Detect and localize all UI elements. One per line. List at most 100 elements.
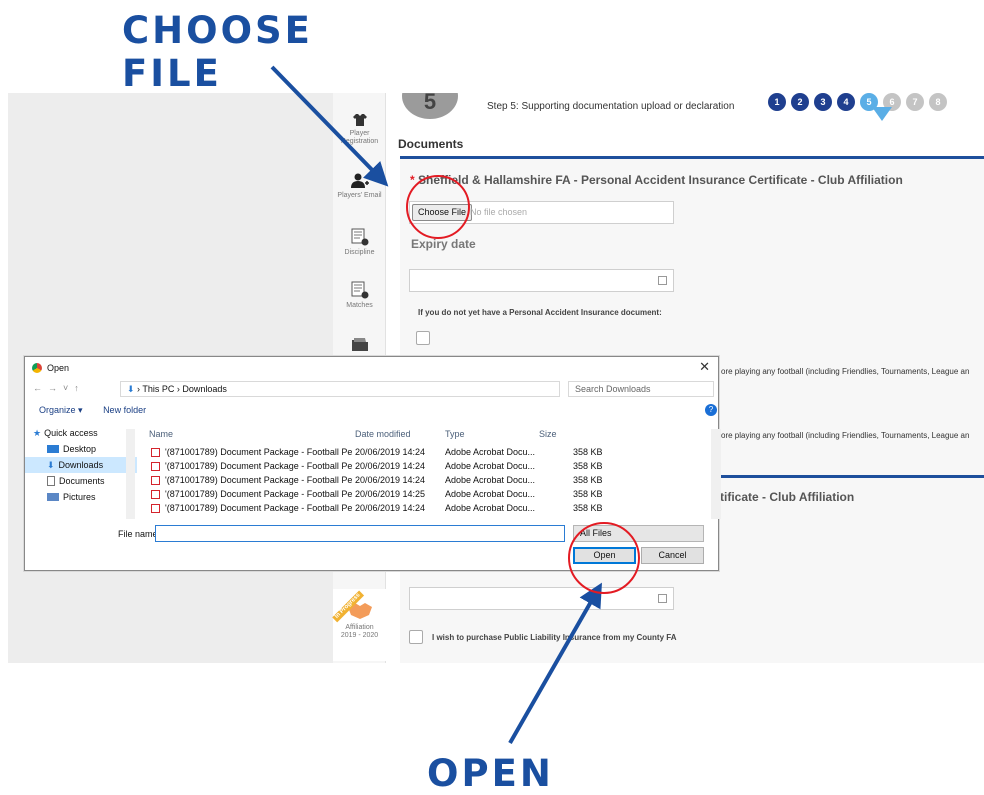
nav-buttons: ←→˅↑ xyxy=(33,383,85,393)
step-dot[interactable]: 1 xyxy=(768,93,786,111)
cancel-button[interactable]: Cancel xyxy=(641,547,704,564)
file-row[interactable]: '(871001789) Document Package - Football… xyxy=(143,460,708,473)
step-dot[interactable]: 7 xyxy=(906,93,924,111)
heading-line-2: FILE xyxy=(122,52,222,95)
breadcrumb-this-pc[interactable]: This PC xyxy=(142,384,174,394)
file-size: 358 KB xyxy=(573,489,603,499)
tree-item-downloads[interactable]: ⬇ Downloads xyxy=(25,457,137,473)
step-dot[interactable]: 4 xyxy=(837,93,855,111)
purchase-liability-checkbox[interactable] xyxy=(409,630,423,644)
column-size[interactable]: Size xyxy=(539,429,557,439)
calendar-icon[interactable] xyxy=(658,276,667,285)
file-name: '(871001789) Document Package - Football… xyxy=(165,447,353,457)
user-add-icon xyxy=(350,173,369,188)
file-input[interactable]: Choose File No file chosen xyxy=(409,201,674,224)
no-file-text: No file chosen xyxy=(470,207,528,217)
star-icon: ★ xyxy=(33,427,42,438)
forward-arrow-icon[interactable]: → xyxy=(48,383,63,393)
tree-item-label: Pictures xyxy=(63,492,96,502)
step-dot[interactable]: 2 xyxy=(791,93,809,111)
file-name-label: File name: xyxy=(118,529,161,539)
organize-button[interactable]: Organize xyxy=(39,405,76,415)
tree-item-pictures[interactable]: Pictures xyxy=(25,489,137,505)
sidebar-item-sublabel: 2019 - 2020 xyxy=(340,631,379,639)
file-row[interactable]: '(871001789) Document Package - Football… xyxy=(143,488,708,501)
calendar-icon[interactable] xyxy=(658,594,667,603)
sidebar-item-label: Player Registration xyxy=(340,130,379,145)
sidebar-item-label: Matches xyxy=(346,302,373,309)
step-label: Step 5: Supporting documentation upload … xyxy=(487,101,735,112)
file-type: Adobe Acrobat Docu... xyxy=(445,503,536,513)
file-size: 358 KB xyxy=(573,447,603,457)
file-type: Adobe Acrobat Docu... xyxy=(445,475,536,485)
column-type[interactable]: Type xyxy=(445,429,465,439)
dialog-title: Open xyxy=(47,363,70,373)
sidebar-item-players-email[interactable]: Players' Email xyxy=(333,173,386,200)
tree-item-label: Documents xyxy=(59,476,105,486)
file-size: 358 KB xyxy=(573,475,603,485)
file-type: Adobe Acrobat Docu... xyxy=(445,461,536,471)
sidebar-item-folder[interactable] xyxy=(333,336,386,355)
choose-file-button[interactable]: Choose File xyxy=(412,204,473,221)
declaration-text-1: ore playing any football (including Frie… xyxy=(721,367,970,376)
file-type: Adobe Acrobat Docu... xyxy=(445,489,536,499)
new-folder-button[interactable]: New folder xyxy=(103,405,146,415)
tree-item-quick-access[interactable]: ★ Quick access xyxy=(25,425,137,441)
purchase-liability-text: I wish to purchase Public Liability Insu… xyxy=(432,633,677,642)
tree-item-desktop[interactable]: Desktop xyxy=(25,441,137,457)
file-name-input[interactable] xyxy=(155,525,565,542)
file-type-select[interactable]: All Files xyxy=(573,525,704,542)
file-date: 20/06/2019 14:24 xyxy=(355,475,426,485)
folder-icon xyxy=(351,338,368,351)
breadcrumb: ⬇ › This PC › Downloads xyxy=(127,384,227,394)
file-row[interactable]: '(871001789) Document Package - Football… xyxy=(143,446,708,459)
tree-item-label: Downloads xyxy=(58,460,104,470)
file-size: 358 KB xyxy=(573,461,603,471)
file-row[interactable]: '(871001789) Document Package - Football… xyxy=(143,502,708,515)
recent-chevron-icon[interactable]: ˅ xyxy=(63,383,74,393)
tree-scrollbar[interactable] xyxy=(126,429,135,519)
open-button[interactable]: Open xyxy=(573,547,636,564)
required-mark: * xyxy=(410,173,415,187)
pdf-icon xyxy=(151,476,160,485)
sidebar-item-label: Players' Email xyxy=(337,192,382,199)
search-input[interactable]: Search Downloads xyxy=(568,381,714,397)
document-gear-icon xyxy=(351,228,368,246)
card-title-tail: tificate - Club Affiliation xyxy=(720,490,855,504)
chrome-icon xyxy=(32,363,42,373)
file-row[interactable]: '(871001789) Document Package - Football… xyxy=(143,474,708,487)
expiry-date-input-2[interactable] xyxy=(409,587,674,610)
column-date-modified[interactable]: Date modified xyxy=(355,429,411,439)
sidebar-item-label: Affiliation xyxy=(345,624,374,631)
file-name: '(871001789) Document Package - Football… xyxy=(165,503,353,513)
step-dot[interactable]: 3 xyxy=(814,93,832,111)
download-icon: ⬇ xyxy=(47,459,55,470)
heading-line-1: CHOOSE xyxy=(122,9,313,52)
sidebar-item-affiliation[interactable]: In Progress Affiliation 2019 - 2020 xyxy=(332,589,386,661)
sidebar-item-player-registration[interactable]: Player Registration xyxy=(333,113,386,145)
close-icon[interactable]: ✕ xyxy=(699,359,710,375)
dialog-toolbar: Organize ▾ New folder ? xyxy=(39,404,719,416)
step-dot[interactable]: 8 xyxy=(929,93,947,111)
sidebar-item-discipline[interactable]: Discipline xyxy=(333,228,386,257)
back-arrow-icon[interactable]: ← xyxy=(33,383,48,393)
file-date: 20/06/2019 14:24 xyxy=(355,461,426,471)
documents-icon xyxy=(47,476,55,486)
file-date: 20/06/2019 14:24 xyxy=(355,503,426,513)
file-type: Adobe Acrobat Docu... xyxy=(445,447,536,457)
expiry-date-input[interactable] xyxy=(409,269,674,292)
pdf-icon xyxy=(151,448,160,457)
breadcrumb-downloads[interactable]: Downloads xyxy=(182,384,227,394)
no-insurance-checkbox[interactable] xyxy=(416,331,430,345)
up-arrow-icon[interactable]: ↑ xyxy=(74,383,85,393)
sidebar-item-matches[interactable]: Matches xyxy=(333,281,386,310)
card-title: * Sheffield & Hallamshire FA - Personal … xyxy=(410,173,903,187)
pdf-icon xyxy=(151,504,160,513)
help-icon[interactable]: ? xyxy=(705,404,717,416)
tree-item-documents[interactable]: Documents xyxy=(25,473,137,489)
choose-file-heading: CHOOSE FILE xyxy=(122,12,313,92)
sidebar-item-label: Discipline xyxy=(344,249,375,256)
file-list-scrollbar[interactable] xyxy=(711,429,721,519)
column-name[interactable]: Name xyxy=(149,429,173,439)
file-name: '(871001789) Document Package - Football… xyxy=(165,475,353,485)
